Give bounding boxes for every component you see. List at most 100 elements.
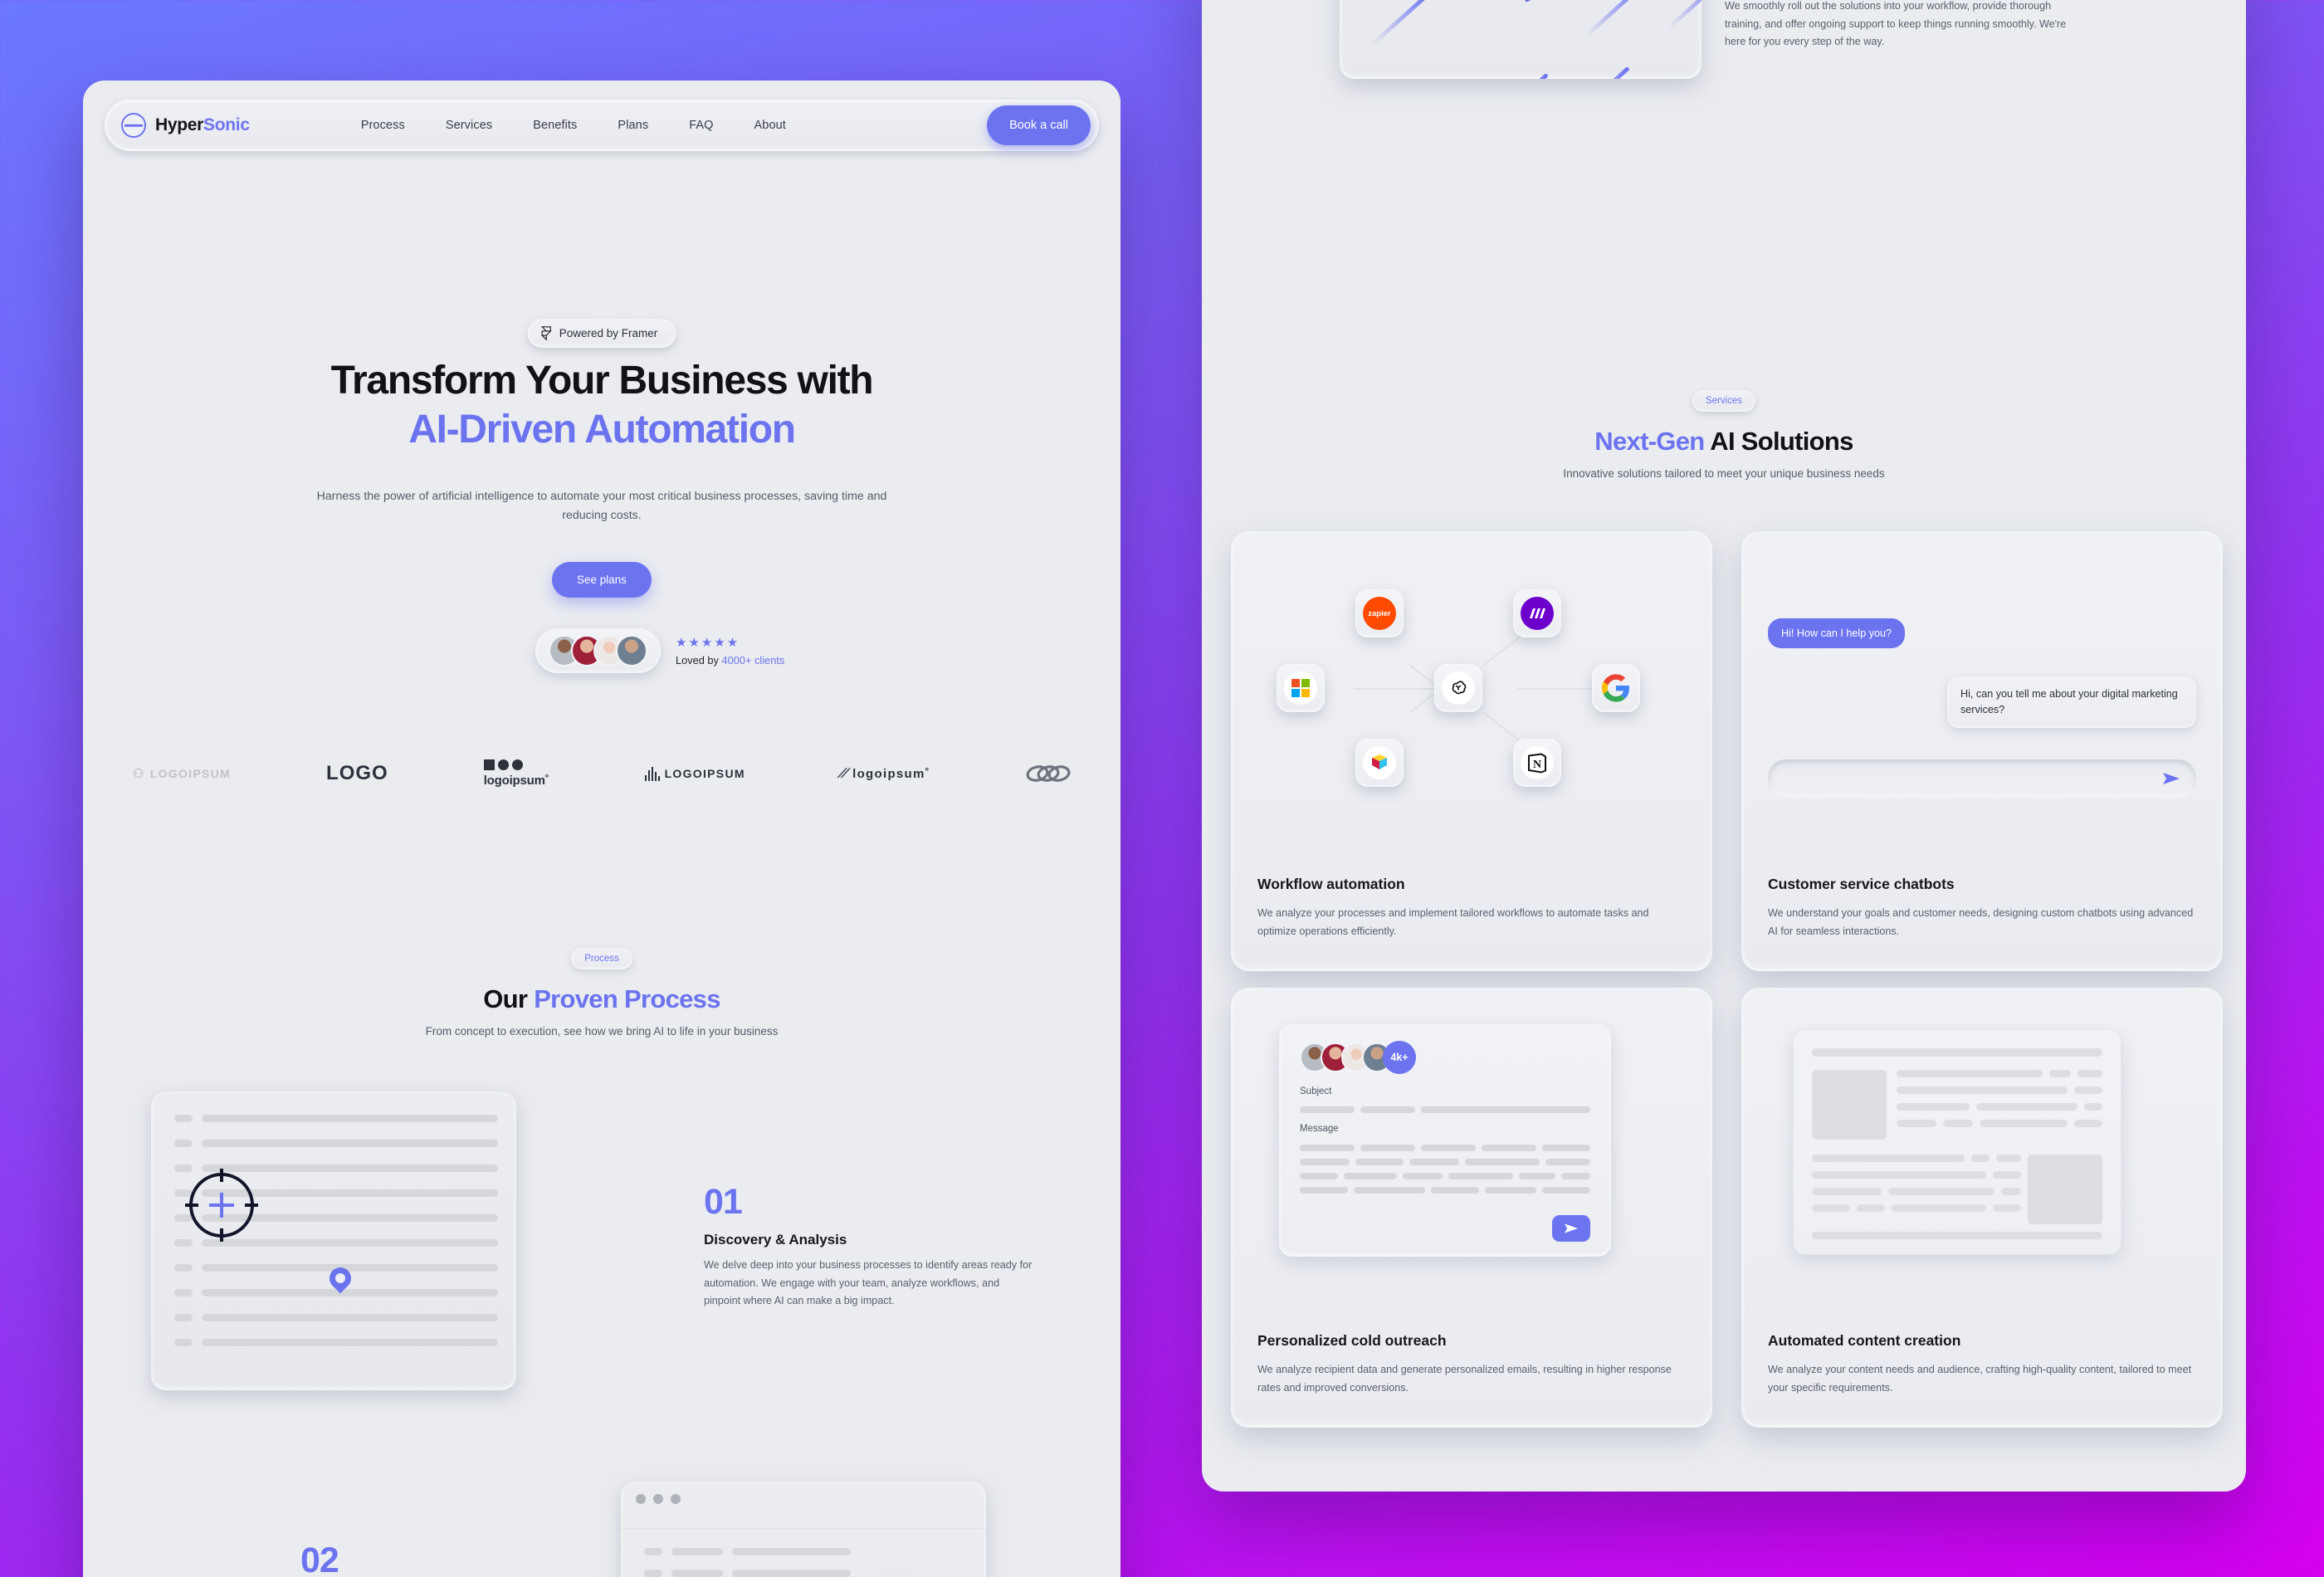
window-controls xyxy=(621,1482,986,1516)
skeleton-row xyxy=(174,1339,498,1346)
service-card-description: We analyze recipient data and generate p… xyxy=(1257,1364,1672,1394)
service-card-description: We analyze your processes and implement … xyxy=(1257,907,1649,937)
shapes-icon xyxy=(483,759,523,770)
document-skeleton-mock xyxy=(1793,1029,2121,1255)
avatar-group xyxy=(535,628,661,673)
nav-item-benefits[interactable]: Benefits xyxy=(533,119,577,132)
microsoft-icon xyxy=(1277,664,1325,712)
loved-prefix: Loved by xyxy=(676,654,722,666)
process-tag: Process xyxy=(571,948,632,969)
hero-title: Transform Your Business with AI-Driven A… xyxy=(83,357,1120,454)
hero-subtitle: Harness the power of artificial intellig… xyxy=(316,490,887,522)
crosshair-icon xyxy=(185,1169,258,1242)
nav-links: Process Services Benefits Plans FAQ Abou… xyxy=(361,119,786,132)
avatar-overflow-count: 4k+ xyxy=(1383,1041,1416,1074)
nav-item-process[interactable]: Process xyxy=(361,119,405,132)
message-label: Message xyxy=(1300,1124,1339,1134)
step-description: We delve deep into your business process… xyxy=(704,1259,1033,1307)
brand-logo[interactable]: HyperSonic xyxy=(121,113,250,138)
step-number: 02 xyxy=(300,1540,339,1577)
powered-by-framer-badge: Powered by Framer xyxy=(527,319,676,348)
social-proof: ★★★★★ Loved by 4000+ clients xyxy=(535,628,784,673)
google-icon xyxy=(1592,664,1640,712)
hero-title-line2: AI-Driven Automation xyxy=(408,407,796,452)
service-card-title: Personalized cold outreach xyxy=(1257,1332,1447,1349)
hero-title-line1: Transform Your Business with xyxy=(330,359,874,403)
service-card-personalized-cold-outreach[interactable]: 4k+ Subject Message Personalized cold ou… xyxy=(1231,988,1712,1428)
framer-badge-label: Powered by Framer xyxy=(559,327,658,339)
send-icon[interactable] xyxy=(2161,770,2181,787)
email-composer-mock: 4k+ Subject Message xyxy=(1279,1024,1611,1257)
logo-logoipsum-bars: LOGOIPSUM xyxy=(644,766,745,781)
service-card-automated-content-creation[interactable]: Automated content creation We analyze yo… xyxy=(1741,988,2223,1428)
client-logo-strip: ⚇ LOGOIPSUM LOGO logoipsum˚ LOGOIPSUM ⁄⁄ … xyxy=(133,759,1071,788)
brand-name: HyperSonic xyxy=(155,115,250,135)
process-step-01: 01 Discovery & Analysis We delve deep in… xyxy=(704,1184,1036,1311)
airtable-icon xyxy=(1355,739,1404,787)
service-card-title: Customer service chatbots xyxy=(1768,876,1955,892)
send-icon xyxy=(1565,1223,1578,1233)
loved-by-label: Loved by 4000+ clients xyxy=(676,654,784,666)
rocket-icon xyxy=(1524,0,1531,2)
service-card-description: We understand your goals and customer ne… xyxy=(1768,907,2194,937)
skeleton-row xyxy=(644,1570,966,1577)
send-email-button[interactable] xyxy=(1552,1215,1590,1242)
star-rating-icon: ★★★★★ xyxy=(676,636,740,650)
nav-item-about[interactable]: About xyxy=(754,119,786,132)
logo-logoipsum-blocky: LOGO xyxy=(326,762,388,784)
service-card-title: Workflow automation xyxy=(1257,876,1405,892)
chat-input-field[interactable] xyxy=(1768,759,2196,798)
development-illustration-card xyxy=(621,1482,986,1577)
nav-item-faq[interactable]: FAQ xyxy=(689,119,713,132)
skeleton-row xyxy=(174,1239,498,1247)
skeleton-row xyxy=(174,1164,498,1172)
process-step-03: 03 Deployment We smoothly roll out the s… xyxy=(1725,0,2073,51)
nav-item-plans[interactable]: Plans xyxy=(618,119,648,132)
openai-icon xyxy=(1434,664,1482,712)
brand-name-second: Sonic xyxy=(203,115,250,134)
nav-item-services[interactable]: Services xyxy=(446,119,492,132)
avatar xyxy=(616,635,647,666)
framer-icon xyxy=(540,326,552,340)
left-page-panel: HyperSonic Process Services Benefits Pla… xyxy=(83,81,1120,1577)
logo-logoipsum-faint: ⚇ LOGOIPSUM xyxy=(133,767,232,781)
right-page-panel: 03 Deployment We smoothly roll out the s… xyxy=(1202,0,2246,1492)
deployment-illustration-card xyxy=(1340,0,1702,79)
process-title: Our Proven Process xyxy=(483,984,720,1013)
step-number: 01 xyxy=(704,1182,743,1222)
skeleton-row xyxy=(644,1548,966,1555)
brand-name-first: Hyper xyxy=(155,115,204,134)
map-pin-icon xyxy=(325,1262,356,1296)
rating-block: ★★★★★ Loved by 4000+ clients xyxy=(676,635,784,666)
step-title: Discovery & Analysis xyxy=(704,1232,847,1247)
subject-label: Subject xyxy=(1300,1086,1332,1096)
service-card-customer-service-chatbots[interactable]: Hi! How can I help you? Hi, can you tell… xyxy=(1741,531,2223,971)
book-a-call-button[interactable]: Book a call xyxy=(987,105,1091,145)
services-tag: Services xyxy=(1692,390,1756,412)
chat-user-message: Hi, can you tell me about your digital m… xyxy=(1947,676,2196,728)
step-description: We smoothly roll out the solutions into … xyxy=(1725,0,2067,48)
chat-bot-message: Hi! How can I help you? xyxy=(1768,618,1906,648)
navbar: HyperSonic Process Services Benefits Pla… xyxy=(105,100,1099,151)
discovery-illustration-card xyxy=(151,1091,516,1390)
skeleton-row xyxy=(174,1140,498,1147)
svg-text:N: N xyxy=(1533,759,1541,771)
make-icon xyxy=(1513,589,1561,637)
loops-icon xyxy=(1026,765,1071,782)
logo-logoipsum-slashes: ⁄⁄ logoipsum˚ xyxy=(838,765,930,781)
service-card-workflow-automation[interactable]: zapier N Workflow automation We analyze … xyxy=(1231,531,1712,971)
slashes-icon: ⁄⁄ xyxy=(838,765,850,781)
service-card-description: We analyze your content needs and audien… xyxy=(1768,1364,2192,1394)
services-title: Next-Gen AI Solutions xyxy=(1594,427,1853,456)
see-plans-button[interactable]: See plans xyxy=(551,562,652,598)
skeleton-row xyxy=(174,1115,498,1122)
hypersonic-logo-icon xyxy=(121,113,146,138)
window-dot xyxy=(636,1494,646,1504)
process-step-02: 02 Development This is where we bring ou… xyxy=(300,1543,632,1577)
window-dot xyxy=(653,1494,663,1504)
logo-logoipsum-loops xyxy=(1026,764,1071,784)
logo-logoipsum-shapes: logoipsum˚ xyxy=(483,759,549,788)
zapier-icon: zapier xyxy=(1355,589,1404,637)
notion-icon: N xyxy=(1513,739,1561,787)
services-section-header: Services Next-Gen AI Solutions Innovativ… xyxy=(1202,390,2246,480)
